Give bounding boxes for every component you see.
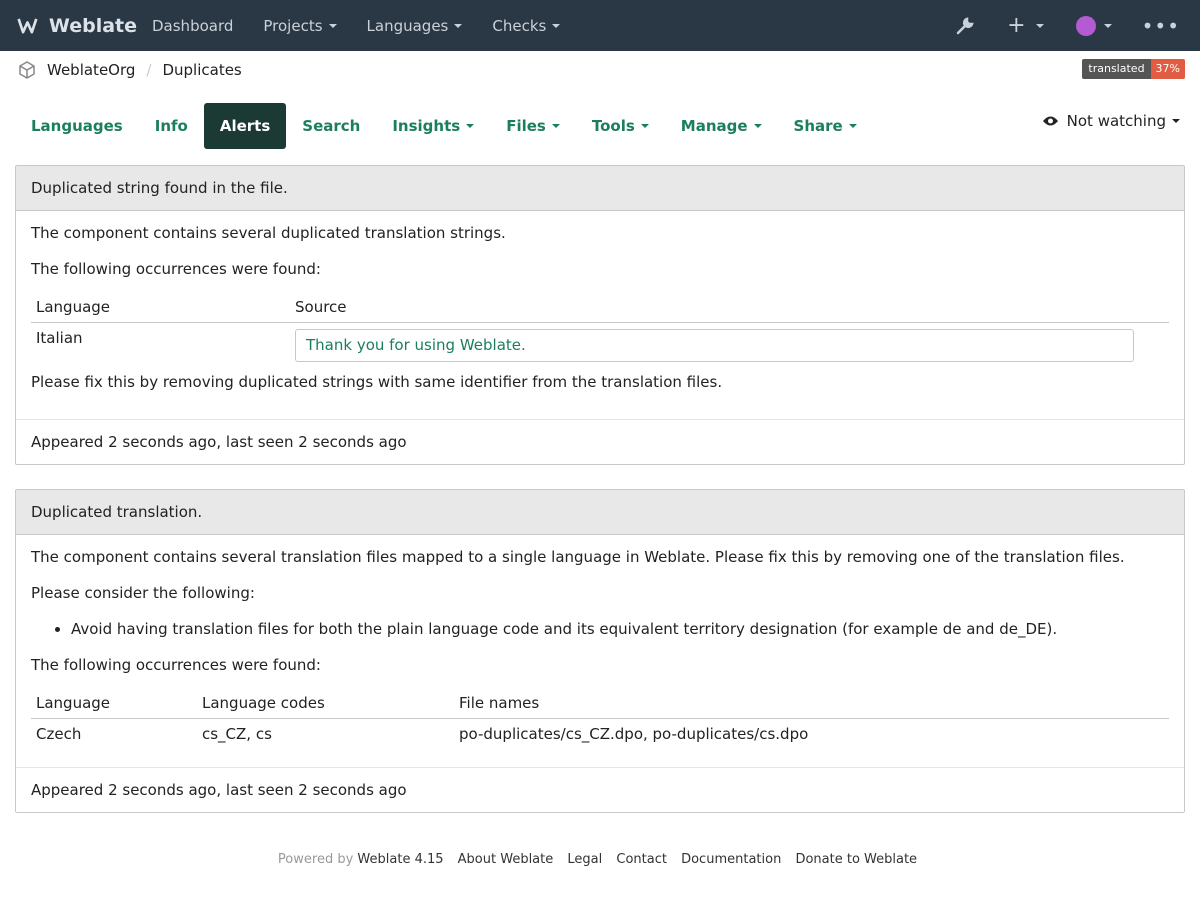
tab-label: Insights xyxy=(392,117,461,135)
tab-share[interactable]: Share xyxy=(778,103,873,149)
caret-down-icon xyxy=(328,23,337,28)
alert-timestamp: Appeared 2 seconds ago, last seen 2 seco… xyxy=(16,419,1184,464)
col-language-codes: Language codes xyxy=(197,684,454,719)
weblate-logo-icon xyxy=(17,18,38,33)
powered-by-label: Powered by xyxy=(277,852,354,867)
alert-duplicate-translation: Duplicated translation. The component co… xyxy=(15,489,1185,813)
watch-label: Not watching xyxy=(1066,112,1166,130)
alert-title: Duplicated string found in the file. xyxy=(16,166,1184,211)
col-source: Source xyxy=(290,288,1169,323)
tab-label: Manage xyxy=(680,117,748,135)
col-file-names: File names xyxy=(454,684,1169,719)
eye-icon xyxy=(1042,116,1058,126)
tab-alerts[interactable]: Alerts xyxy=(203,103,287,149)
occurrences-label: The following occurrences were found: xyxy=(31,656,321,674)
nav-projects[interactable]: Projects xyxy=(248,17,351,35)
alert-duplicate-string: Duplicated string found in the file. The… xyxy=(15,165,1185,465)
wrench-icon[interactable] xyxy=(955,16,975,36)
col-language: Language xyxy=(31,288,290,323)
plus-icon: + xyxy=(1007,13,1026,38)
breadcrumb-component[interactable]: Duplicates xyxy=(162,61,241,79)
caret-down-icon xyxy=(1172,119,1180,123)
alert-timestamp: Appeared 2 seconds ago, last seen 2 seco… xyxy=(16,767,1184,812)
nav-checks-label: Checks xyxy=(492,16,547,35)
consider-label: Please consider the following: xyxy=(31,584,255,602)
source-link[interactable]: Thank you for using Weblate. xyxy=(295,329,1134,362)
col-language: Language xyxy=(31,684,197,719)
tab-label: Share xyxy=(793,117,843,135)
footer-link-donate[interactable]: Donate to Weblate xyxy=(795,852,917,867)
nav-checks[interactable]: Checks xyxy=(477,17,575,35)
component-tabs: Languages Info Alerts Search Insights Fi… xyxy=(0,98,1200,154)
tab-label: Info xyxy=(154,117,188,135)
tab-label: Tools xyxy=(591,117,635,135)
caret-down-icon xyxy=(1103,23,1112,28)
tab-label: Languages xyxy=(31,117,123,135)
consider-list: Avoid having translation files for both … xyxy=(31,619,1169,640)
tab-label: Files xyxy=(506,117,546,135)
fix-instructions: Please fix this by removing duplicated s… xyxy=(31,373,723,391)
breadcrumb-separator: / xyxy=(146,61,152,79)
tab-tools[interactable]: Tools xyxy=(576,103,665,149)
top-navbar: Weblate Dashboard Projects Languages Che… xyxy=(0,0,1200,51)
caret-down-icon xyxy=(848,124,857,128)
row-files: po-duplicates/cs_CZ.dpo, po-duplicates/c… xyxy=(459,725,809,743)
brand-link[interactable]: Weblate xyxy=(0,13,137,39)
breadcrumb-org[interactable]: WeblateOrg xyxy=(47,61,135,79)
project-cube-icon xyxy=(19,61,35,79)
add-menu-button[interactable]: + xyxy=(1007,13,1044,38)
caret-down-icon xyxy=(640,124,649,128)
user-menu-button[interactable] xyxy=(1075,15,1112,36)
nav-languages-label: Languages xyxy=(366,16,449,35)
footer-link-about[interactable]: About Weblate xyxy=(458,852,554,867)
table-row: Italian Thank you for using Weblate. xyxy=(31,323,1169,369)
nav-projects-label: Projects xyxy=(263,16,323,35)
caret-down-icon xyxy=(1035,23,1044,28)
badge-value: 37% xyxy=(1150,59,1185,79)
caret-down-icon xyxy=(753,124,762,128)
footer-link-legal[interactable]: Legal xyxy=(567,852,602,867)
nav-dashboard[interactable]: Dashboard xyxy=(137,17,248,35)
nav-dashboard-label: Dashboard xyxy=(152,16,234,35)
occurrences-label: The following occurrences were found: xyxy=(31,260,321,278)
breadcrumb: WeblateOrg / Duplicates translated 37% xyxy=(0,51,1200,89)
badge-label: translated xyxy=(1082,59,1151,79)
watch-dropdown[interactable]: Not watching xyxy=(1042,98,1180,144)
tab-languages[interactable]: Languages xyxy=(15,103,139,149)
caret-down-icon xyxy=(454,23,463,28)
alert-description: The component contains several translati… xyxy=(31,548,1125,566)
caret-down-icon xyxy=(466,124,475,128)
tab-label: Alerts xyxy=(219,117,271,135)
tab-files[interactable]: Files xyxy=(490,103,576,149)
tab-insights[interactable]: Insights xyxy=(376,103,490,149)
brand-name: Weblate xyxy=(48,14,137,37)
alert-description: The component contains several duplicate… xyxy=(31,224,506,242)
row-language: Italian xyxy=(36,329,83,347)
footer-link-documentation[interactable]: Documentation xyxy=(681,852,781,867)
alert-title: Duplicated translation. xyxy=(16,490,1184,535)
translated-badge[interactable]: translated 37% xyxy=(1082,59,1185,79)
caret-down-icon xyxy=(552,23,561,28)
tab-manage[interactable]: Manage xyxy=(665,103,778,149)
more-options-icon[interactable]: ••• xyxy=(1142,14,1180,38)
row-codes: cs_CZ, cs xyxy=(202,725,272,743)
footer-link-contact[interactable]: Contact xyxy=(616,852,667,867)
footer-version-link[interactable]: Weblate 4.15 xyxy=(357,852,443,867)
tab-info[interactable]: Info xyxy=(139,103,204,149)
occurrences-table: Language Source Italian Thank you for us… xyxy=(31,288,1169,368)
tab-label: Search xyxy=(302,117,361,135)
list-item: Avoid having translation files for both … xyxy=(71,619,1169,640)
caret-down-icon xyxy=(551,124,560,128)
table-row: Czech cs_CZ, cs po-duplicates/cs_CZ.dpo,… xyxy=(31,719,1169,750)
tab-search[interactable]: Search xyxy=(286,103,376,149)
row-language: Czech xyxy=(36,725,82,743)
avatar xyxy=(1075,15,1096,36)
page-footer: Powered by Weblate 4.15 About Weblate Le… xyxy=(0,852,1200,867)
nav-languages[interactable]: Languages xyxy=(352,17,478,35)
occurrences-table: Language Language codes File names Czech… xyxy=(31,684,1169,749)
